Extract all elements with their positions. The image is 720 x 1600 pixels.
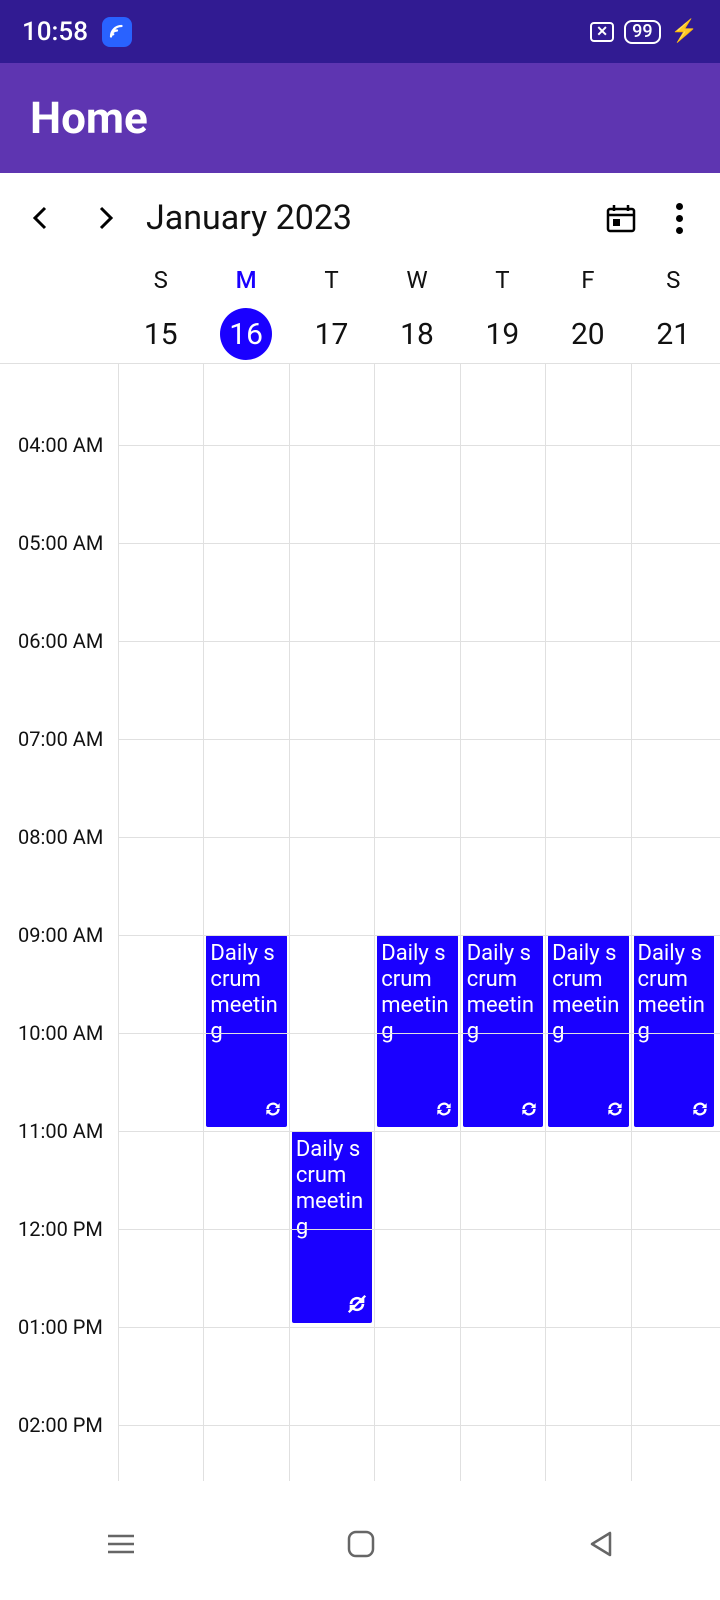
more-options-button[interactable] — [656, 195, 702, 241]
calendar-event[interactable]: Daily scrum meeting — [548, 935, 628, 1127]
date-number[interactable]: 21 — [647, 308, 699, 360]
app-bar: Home — [0, 63, 720, 173]
battery-indicator: 99 — [624, 20, 660, 44]
time-label: 10:00 AM — [18, 1021, 103, 1045]
page-title: Home — [30, 92, 148, 144]
event-title: Daily scrum meeting — [381, 941, 453, 1045]
next-week-button[interactable] — [82, 195, 128, 241]
event-title: Daily scrum meeting — [552, 941, 624, 1045]
status-time: 10:58 — [22, 17, 88, 47]
event-title: Daily scrum meeting — [210, 941, 282, 1045]
hour-gridline — [118, 1033, 720, 1034]
date-number[interactable]: 16 — [220, 308, 272, 360]
status-bar: 10:58 ✕ 99 ⚡ — [0, 0, 720, 63]
time-label: 05:00 AM — [18, 531, 103, 555]
calendar-event[interactable]: Daily scrum meeting — [377, 935, 457, 1127]
date-number[interactable]: 20 — [562, 308, 614, 360]
day-column[interactable]: Daily scrum meeting — [374, 364, 459, 1481]
day-column-header[interactable]: S 21 — [631, 263, 716, 363]
hour-gridline — [118, 837, 720, 838]
notification-dismiss-icon: ✕ — [590, 22, 614, 42]
day-column-header[interactable]: W 18 — [374, 263, 459, 363]
day-column[interactable]: Daily scrum meeting — [203, 364, 288, 1481]
charging-icon: ⚡ — [671, 19, 698, 44]
day-column[interactable]: Daily scrum meeting — [289, 364, 374, 1481]
date-number[interactable]: 15 — [135, 308, 187, 360]
time-label: 08:00 AM — [18, 825, 103, 849]
recurring-icon — [263, 1099, 283, 1123]
recurring-icon — [605, 1099, 625, 1123]
cast-icon — [102, 17, 132, 47]
time-label: 04:00 AM — [18, 433, 103, 457]
time-label: 11:00 AM — [18, 1119, 103, 1143]
event-title: Daily scrum meeting — [638, 941, 710, 1045]
calendar-event[interactable]: Daily scrum meeting — [292, 1131, 372, 1323]
time-label: 09:00 AM — [18, 923, 103, 947]
calendar-event[interactable]: Daily scrum meeting — [634, 935, 714, 1127]
today-button[interactable] — [598, 195, 644, 241]
back-button[interactable] — [584, 1529, 616, 1563]
hour-gridline — [118, 1229, 720, 1230]
day-column-header[interactable]: F 20 — [545, 263, 630, 363]
hour-gridline — [118, 1327, 720, 1328]
time-label: 06:00 AM — [18, 629, 103, 653]
day-of-week-label: W — [406, 266, 427, 294]
event-title: Daily scrum meeting — [296, 1137, 368, 1241]
event-title: Daily scrum meeting — [467, 941, 539, 1045]
day-column-header[interactable]: T 17 — [289, 263, 374, 363]
day-of-week-label: M — [236, 266, 257, 294]
day-column[interactable]: Daily scrum meeting — [545, 364, 630, 1481]
time-label: 01:00 PM — [18, 1315, 103, 1339]
recurring-icon — [690, 1099, 710, 1123]
day-of-week-label: T — [324, 266, 338, 294]
recurring-icon — [519, 1099, 539, 1123]
date-number[interactable]: 17 — [306, 308, 358, 360]
hour-gridline — [118, 739, 720, 740]
day-column[interactable] — [118, 364, 203, 1481]
day-column[interactable]: Daily scrum meeting — [460, 364, 545, 1481]
day-of-week-label: S — [666, 266, 680, 294]
day-column-header[interactable]: S 15 — [118, 263, 203, 363]
day-column-header[interactable]: M 16 — [203, 263, 288, 363]
day-of-week-label: F — [581, 266, 594, 294]
month-label[interactable]: January 2023 — [146, 198, 586, 238]
home-button[interactable] — [345, 1528, 377, 1564]
hour-gridline — [118, 935, 720, 936]
hour-gridline — [118, 543, 720, 544]
day-column[interactable]: Daily scrum meeting — [631, 364, 716, 1481]
date-number[interactable]: 19 — [476, 308, 528, 360]
time-gutter: 04:00 AM 05:00 AM 06:00 AM 07:00 AM 08:00 AM… — [0, 364, 118, 1481]
hour-gridline — [118, 445, 720, 446]
calendar-grid[interactable]: 04:00 AM 05:00 AM 06:00 AM 07:00 AM 08:00 AM… — [0, 363, 720, 1481]
calendar-event[interactable]: Daily scrum meeting — [206, 935, 286, 1127]
recent-apps-button[interactable] — [104, 1530, 138, 1562]
day-column-header[interactable]: T 19 — [460, 263, 545, 363]
time-label: 07:00 AM — [18, 727, 103, 751]
time-label: 02:00 PM — [18, 1413, 103, 1437]
non-recurring-icon — [346, 1293, 368, 1319]
calendar-event[interactable]: Daily scrum meeting — [463, 935, 543, 1127]
hour-gridline — [118, 641, 720, 642]
date-number[interactable]: 18 — [391, 308, 443, 360]
hour-gridline — [118, 1425, 720, 1426]
time-label: 12:00 PM — [18, 1217, 103, 1241]
grid-columns: Daily scrum meetingDaily scrum meetingDa… — [118, 364, 716, 1481]
hour-gridline — [118, 1131, 720, 1132]
day-of-week-label: T — [495, 266, 509, 294]
system-nav-bar — [0, 1491, 720, 1600]
recurring-icon — [434, 1099, 454, 1123]
calendar-toolbar: January 2023 — [0, 173, 720, 263]
prev-week-button[interactable] — [18, 195, 64, 241]
day-header-row: S 15 M 16 T 17 W 18 T 19 F 20 S 21 — [0, 263, 720, 363]
day-of-week-label: S — [154, 266, 168, 294]
